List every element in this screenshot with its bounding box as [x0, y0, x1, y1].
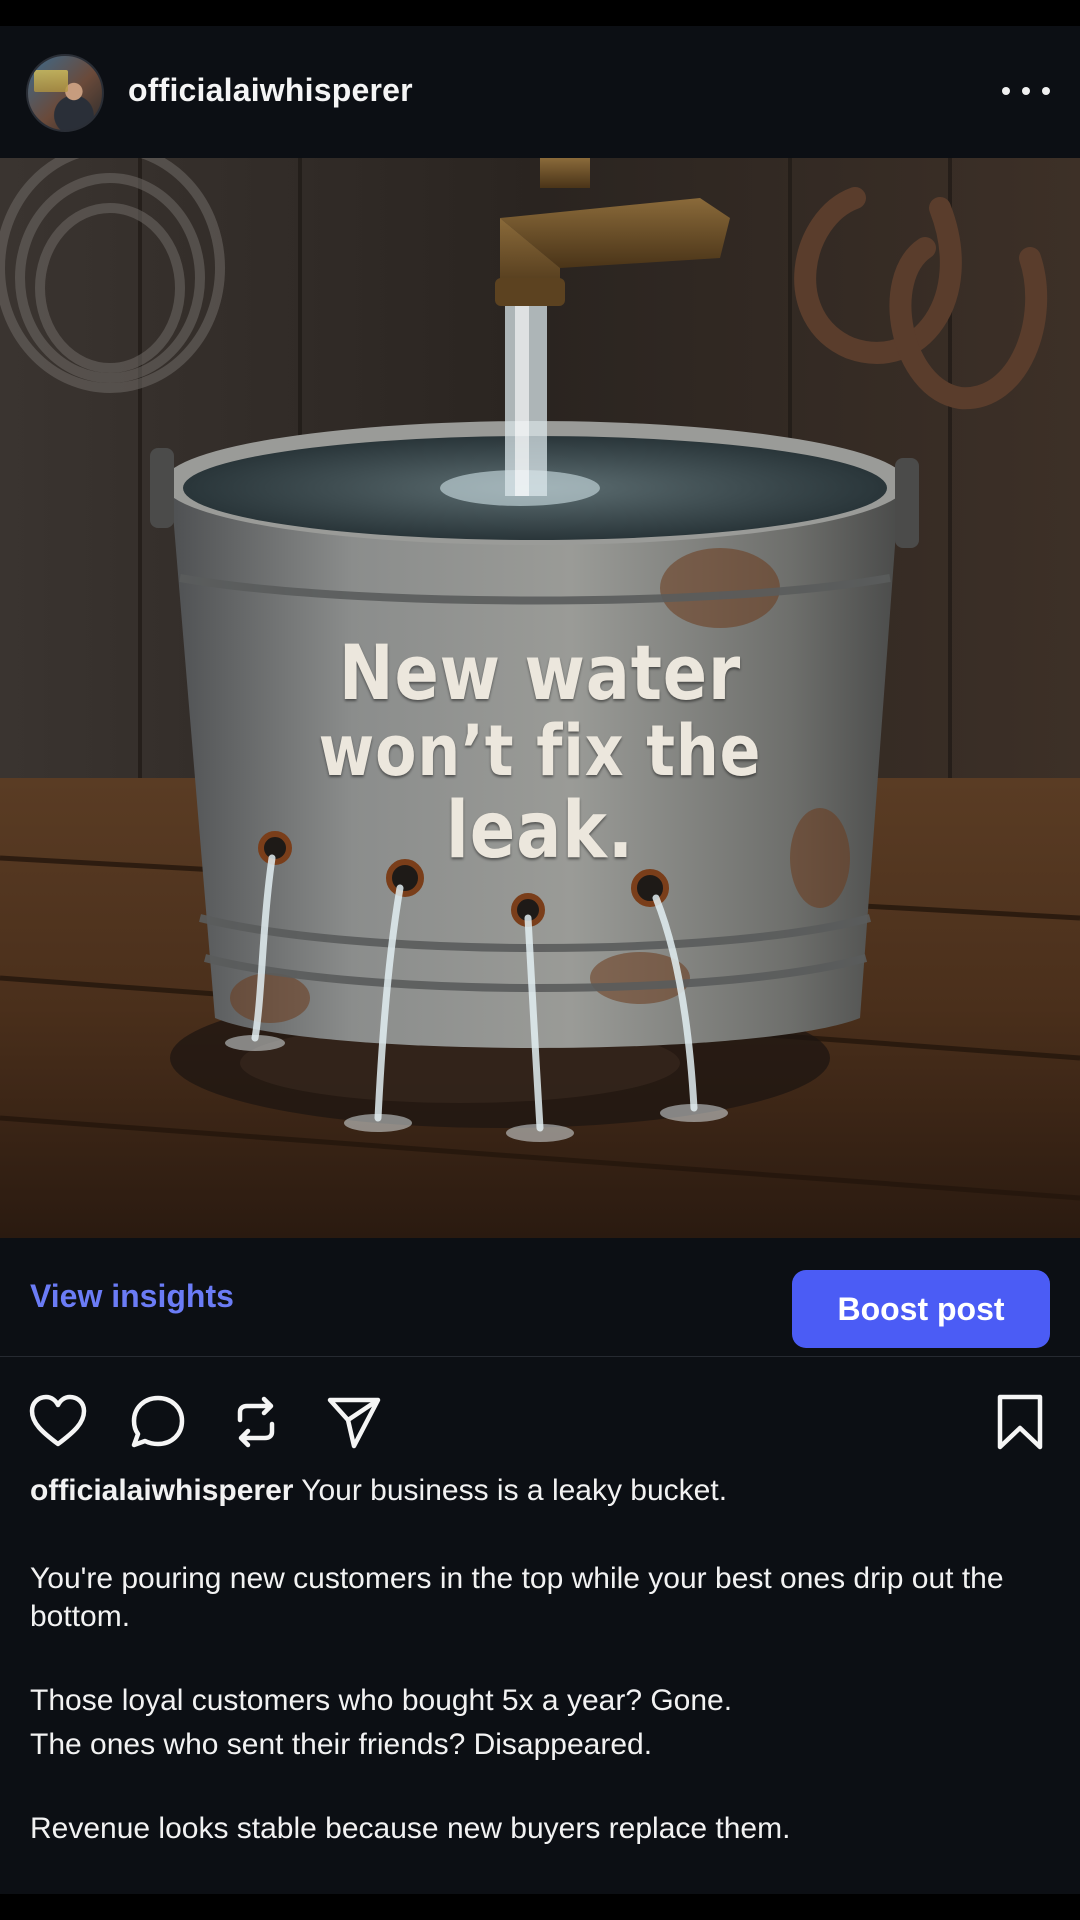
image-text-line2: won’t fix the	[318, 710, 762, 792]
avatar-badge	[34, 70, 68, 92]
caption-line3: Those loyal customers who bought 5x a ye…	[30, 1684, 733, 1717]
share-icon[interactable]	[324, 1392, 384, 1452]
insights-bar: View insights Boost post	[0, 1238, 1080, 1357]
post-header: officialaiwhisperer	[0, 26, 1080, 158]
view-insights-link[interactable]: View insights	[30, 1278, 234, 1315]
caption-paragraph2: You're pouring new customers in the top …	[30, 1562, 1004, 1633]
image-text-line1: New water	[338, 628, 742, 717]
avatar[interactable]	[26, 54, 104, 132]
post-image[interactable]: New water won’t fix the leak.	[0, 158, 1080, 1238]
boost-post-button[interactable]: Boost post	[792, 1270, 1050, 1348]
comment-icon[interactable]	[128, 1392, 188, 1452]
caption-line4: The ones who sent their friends? Disappe…	[30, 1728, 653, 1761]
image-text-line3: leak.	[445, 786, 635, 876]
repost-icon[interactable]	[226, 1392, 286, 1452]
post-username[interactable]: officialaiwhisperer	[128, 72, 413, 109]
heart-icon[interactable]	[28, 1392, 88, 1452]
caption-username[interactable]: officialaiwhisperer	[30, 1474, 293, 1507]
post-screen: officialaiwhisperer New water won’t fix …	[0, 26, 1080, 1894]
home-indicator-edge	[0, 1894, 1080, 1920]
more-dot	[1022, 87, 1030, 95]
more-dot	[1042, 87, 1050, 95]
more-dot	[1002, 87, 1010, 95]
caption-line5: Revenue looks stable because new buyers …	[30, 1812, 791, 1845]
post-actions	[0, 1356, 1080, 1476]
caption-line1: Your business is a leaky bucket.	[301, 1474, 728, 1507]
post-caption: officialaiwhisperer Your business is a l…	[30, 1472, 1050, 1848]
status-bar-edge	[0, 0, 1080, 26]
bookmark-icon[interactable]	[990, 1392, 1050, 1452]
more-options-icon[interactable]	[1002, 78, 1050, 104]
caption-first-line: officialaiwhisperer Your business is a l…	[30, 1472, 1050, 1510]
